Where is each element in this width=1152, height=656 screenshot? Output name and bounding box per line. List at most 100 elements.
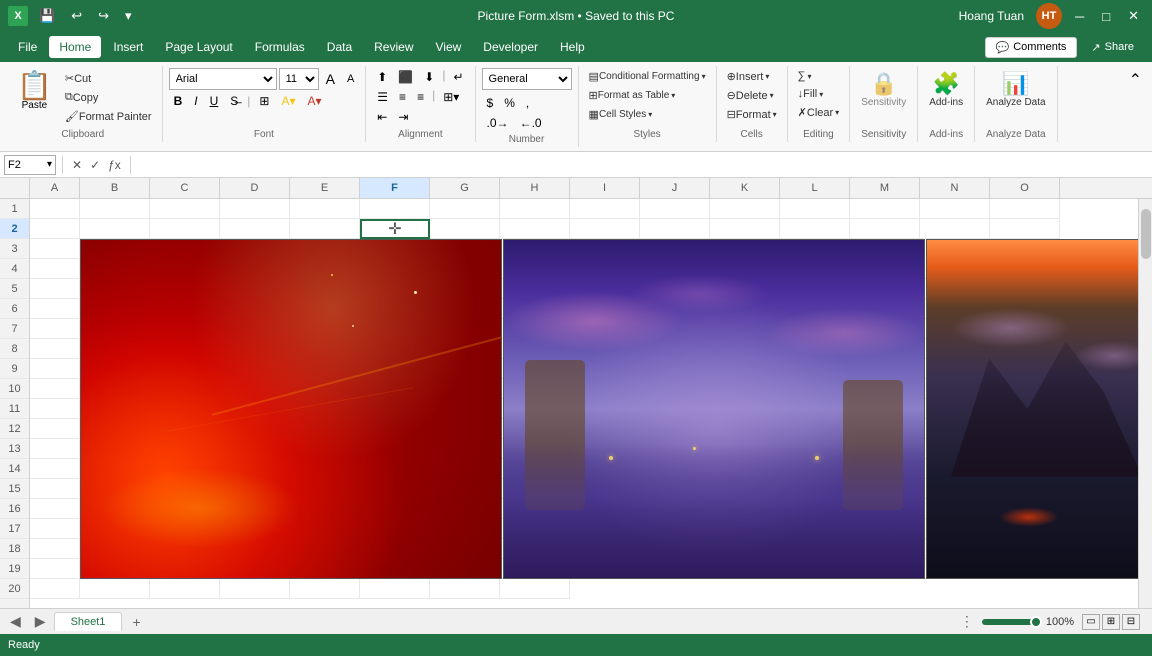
cell-h2[interactable]	[500, 219, 570, 239]
cell-a12[interactable]	[30, 419, 80, 439]
increase-font-btn[interactable]: A	[321, 69, 340, 89]
col-header-k[interactable]: K	[710, 178, 780, 198]
format-painter-btn[interactable]: 🖌 Format Painter	[61, 108, 156, 125]
font-color-btn[interactable]: A▾	[303, 92, 327, 110]
cell-a16[interactable]	[30, 499, 80, 519]
row-num-6[interactable]: 6	[0, 299, 29, 319]
maximize-btn[interactable]: □	[1097, 7, 1115, 26]
decrease-indent-btn[interactable]: ⇤	[372, 108, 392, 126]
cell-a13[interactable]	[30, 439, 80, 459]
row-num-19[interactable]: 19	[0, 559, 29, 579]
increase-decimal-btn[interactable]: ←.0	[515, 114, 547, 132]
cell-a11[interactable]	[30, 399, 80, 419]
menu-file[interactable]: File	[8, 36, 47, 58]
cell-a8[interactable]	[30, 339, 80, 359]
cell-g1[interactable]	[430, 199, 500, 219]
cell-j1[interactable]	[640, 199, 710, 219]
menu-page-layout[interactable]: Page Layout	[155, 36, 242, 58]
col-header-b[interactable]: B	[80, 178, 150, 198]
cell-a19[interactable]	[30, 559, 80, 579]
analyze-data-btn[interactable]: 📊 Analyze Data	[981, 68, 1050, 111]
col-header-e[interactable]: E	[290, 178, 360, 198]
row-num-9[interactable]: 9	[0, 359, 29, 379]
row-num-15[interactable]: 15	[0, 479, 29, 499]
font-name-select[interactable]: Arial	[169, 68, 277, 90]
menu-data[interactable]: Data	[317, 36, 362, 58]
col-header-f[interactable]: F	[360, 178, 430, 198]
cell-ref-dropdown[interactable]: ▾	[47, 159, 52, 170]
save-quick-btn[interactable]: 💾	[34, 6, 60, 26]
cell-l2[interactable]	[780, 219, 850, 239]
cell-a2[interactable]	[30, 219, 80, 239]
cell-g20[interactable]	[430, 579, 500, 599]
menu-help[interactable]: Help	[550, 36, 595, 58]
row-num-11[interactable]: 11	[0, 399, 29, 419]
comma-btn[interactable]: ,	[521, 94, 534, 112]
cell-a18[interactable]	[30, 539, 80, 559]
zoom-slider[interactable]	[982, 619, 1042, 625]
fill-color-btn[interactable]: A▾	[276, 92, 300, 110]
minimize-btn[interactable]: ─	[1070, 7, 1089, 26]
menu-insert[interactable]: Insert	[103, 36, 153, 58]
paste-btn[interactable]: 📋 Paste	[10, 68, 59, 115]
comments-btn[interactable]: 💬 Comments	[985, 37, 1078, 58]
close-btn[interactable]: ✕	[1123, 6, 1144, 26]
cell-d1[interactable]	[220, 199, 290, 219]
prev-sheet-btn[interactable]: ◀	[4, 611, 27, 632]
align-bottom-btn[interactable]: ⬇	[419, 68, 439, 86]
cell-d20[interactable]	[220, 579, 290, 599]
row-num-5[interactable]: 5	[0, 279, 29, 299]
row-num-3[interactable]: 3	[0, 239, 29, 259]
cell-i2[interactable]	[570, 219, 640, 239]
cell-e20[interactable]	[290, 579, 360, 599]
cell-b2[interactable]	[80, 219, 150, 239]
normal-view-btn[interactable]: ▭	[1082, 614, 1100, 630]
cell-k1[interactable]	[710, 199, 780, 219]
cell-c2[interactable]	[150, 219, 220, 239]
cell-m2[interactable]	[850, 219, 920, 239]
delete-btn[interactable]: ⊖ Delete ▾	[723, 87, 781, 104]
row-num-7[interactable]: 7	[0, 319, 29, 339]
col-header-i[interactable]: I	[570, 178, 640, 198]
options-btn[interactable]: ⋮	[960, 613, 974, 630]
share-btn[interactable]: ↗ Share	[1081, 37, 1144, 58]
clear-btn[interactable]: ✗ Clear ▾	[794, 104, 844, 121]
italic-btn[interactable]: I	[189, 92, 202, 110]
cell-h20[interactable]	[500, 579, 570, 599]
row-num-16[interactable]: 16	[0, 499, 29, 519]
cut-btn[interactable]: ✂ Cut	[61, 70, 156, 87]
cell-a7[interactable]	[30, 319, 80, 339]
cell-g2[interactable]	[430, 219, 500, 239]
col-header-m[interactable]: M	[850, 178, 920, 198]
cell-e1[interactable]	[290, 199, 360, 219]
cell-j2[interactable]	[640, 219, 710, 239]
col-header-c[interactable]: C	[150, 178, 220, 198]
confirm-formula-btn[interactable]: ✓	[87, 157, 103, 173]
page-layout-btn[interactable]: ⊞	[1102, 614, 1120, 630]
add-sheet-btn[interactable]: +	[124, 612, 148, 632]
cell-a15[interactable]	[30, 479, 80, 499]
cell-e2[interactable]	[290, 219, 360, 239]
cell-a1[interactable]	[30, 199, 80, 219]
underline-btn[interactable]: U	[205, 92, 224, 110]
menu-developer[interactable]: Developer	[473, 36, 548, 58]
cell-k2[interactable]	[710, 219, 780, 239]
cell-styles-btn[interactable]: ▦ Cell Styles ▾	[585, 106, 657, 123]
col-header-j[interactable]: J	[640, 178, 710, 198]
cell-h1[interactable]	[500, 199, 570, 219]
cell-b1[interactable]	[80, 199, 150, 219]
cell-a4[interactable]	[30, 259, 80, 279]
align-left-btn[interactable]: ☰	[372, 88, 393, 106]
cell-a6[interactable]	[30, 299, 80, 319]
cell-a10[interactable]	[30, 379, 80, 399]
row-num-8[interactable]: 8	[0, 339, 29, 359]
copy-btn[interactable]: ⧉ Copy	[61, 89, 156, 106]
percent-btn[interactable]: %	[499, 94, 520, 112]
bold-btn[interactable]: B	[169, 92, 188, 110]
cell-f2[interactable]: ✛	[360, 219, 430, 239]
cancel-formula-btn[interactable]: ✕	[69, 157, 85, 173]
cell-b20[interactable]	[80, 579, 150, 599]
customize-quick-btn[interactable]: ▾	[120, 6, 137, 26]
menu-formulas[interactable]: Formulas	[245, 36, 315, 58]
sheet-tab-sheet1[interactable]: Sheet1	[54, 612, 123, 631]
